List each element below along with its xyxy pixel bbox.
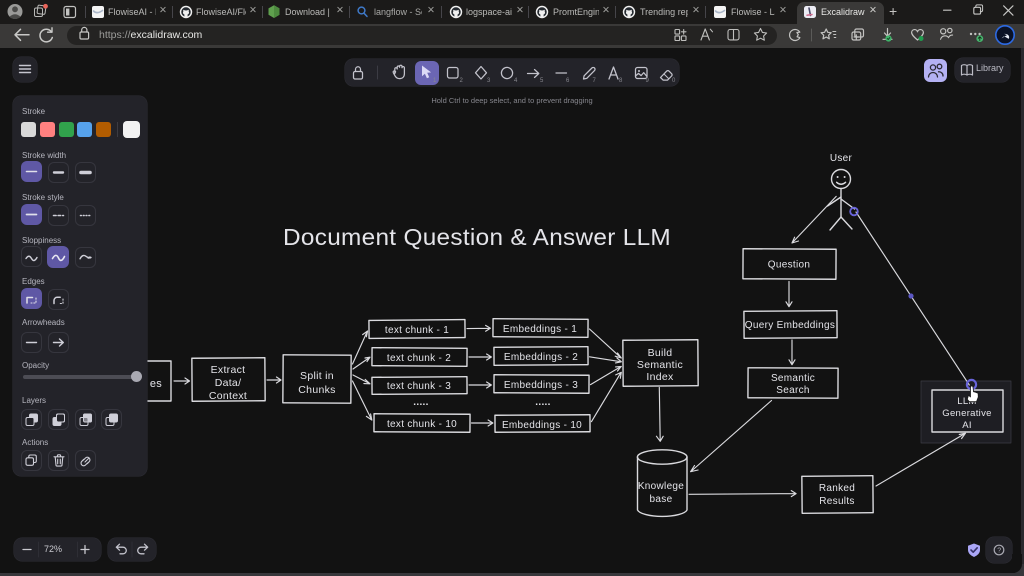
svg-text:7: 7 bbox=[593, 78, 597, 84]
svg-text:0: 0 bbox=[672, 78, 676, 84]
svg-text:6: 6 bbox=[566, 78, 570, 84]
svg-text:2: 2 bbox=[460, 78, 464, 84]
svg-text:5: 5 bbox=[540, 78, 544, 84]
svg-text:8: 8 bbox=[619, 78, 623, 84]
svg-text:9: 9 bbox=[646, 78, 650, 84]
svg-text:3: 3 bbox=[487, 78, 491, 84]
svg-text:?: ? bbox=[997, 548, 1001, 555]
svg-text:4: 4 bbox=[514, 78, 518, 84]
